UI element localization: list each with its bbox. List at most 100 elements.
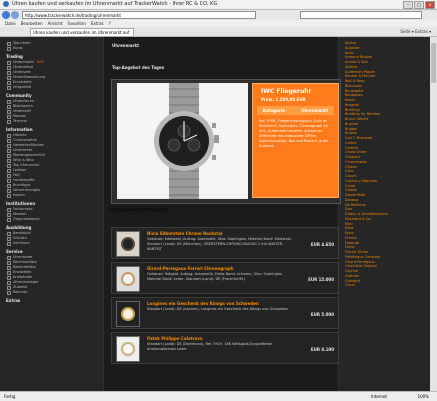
status-text: Fertig (4, 394, 16, 399)
nav-link-label: Who is Who (13, 158, 34, 162)
nav-link-label: Versicherungen (13, 188, 41, 192)
nav-section: Ausbildung Berufsbild Schulen Seminare (6, 225, 103, 246)
nav-link-label: Uhrenmarkt (13, 60, 34, 64)
ie-logo-icon (3, 1, 9, 7)
nav-link[interactable]: Kosten (6, 193, 103, 198)
favorites-bar: Uhren kaufen und verkaufen im Uhrenmarkt… (0, 27, 437, 37)
menu-bar: Datei Bearbeiten Ansicht Favoriten Extras? (0, 20, 437, 27)
scrollbar-thumb[interactable] (431, 43, 436, 83)
maximize-button[interactable]: □ (414, 1, 424, 9)
nav-link-label: Seminare (13, 241, 30, 245)
menu-item[interactable]: Favoriten (67, 20, 86, 27)
nav-section: Service Uhrmacher Reichtumliste Batteriefül… (6, 249, 103, 295)
nav-link-label: Rechner (13, 290, 28, 294)
nav-link-label: Hersteller/Marken (13, 143, 45, 147)
nav-link-label: Kunst (13, 46, 23, 50)
offer-price: EUR 5.000 (310, 312, 334, 317)
nav-section-heading: Institutionen (6, 201, 36, 206)
nav-link-label: Uhrenbeweger (13, 280, 39, 284)
nav-link[interactable]: Uhrgalerie (6, 85, 103, 90)
offers-list: Nivia Silberstein Chrono Rockstar Gehäuse… (111, 227, 339, 367)
offer-description: Standort (Land): DE (Aachen), Longines e… (147, 307, 288, 311)
nav-link[interactable]: Termine (6, 119, 103, 124)
nav-link-label: Top Uhrmacher (13, 163, 40, 167)
nav-link-label: Ersatzteile (13, 80, 32, 84)
nav-section: Community Uhrenforum Blackwatch Uhrentreff M… (6, 93, 103, 124)
window-titlebar: Uhren kaufen und verkaufen im Uhrenmarkt… (0, 0, 437, 10)
offer-thumbnail[interactable] (116, 336, 140, 362)
vertical-scrollbar[interactable] (430, 37, 437, 391)
nav-link[interactable]: Organisationen (6, 217, 103, 222)
offer-price: EUR 8.100 (310, 347, 334, 352)
nav-link-label: Uhrenforum (13, 99, 34, 103)
nav-link-label: Uhrgalerie (13, 85, 32, 89)
offer-thumbnail[interactable] (116, 231, 140, 257)
nav-section-heading: Trading (6, 54, 23, 59)
offer-row[interactable]: Patek Philippe Calatrava Standort (Land):… (111, 332, 339, 364)
search-input[interactable] (300, 11, 422, 19)
nav-link-label: Schulen (13, 236, 27, 240)
nav-link-label: Ersatzteile (13, 270, 32, 274)
nav-section: Information Historie Chronometrie Herstelle… (6, 127, 103, 198)
menu-item[interactable]: Ansicht (48, 20, 63, 27)
offer-row[interactable]: Longines ein Geschenk des Königs von Sch… (111, 297, 339, 329)
window-controls: – □ × (403, 1, 435, 9)
nav-link-label: Blackwatch (13, 104, 33, 108)
nav-link-label: Uhrmacher (13, 255, 33, 259)
menu-item[interactable]: Datei (5, 20, 16, 27)
nav-section: Institutionen Fachpresse Museen Organisatio… (6, 201, 103, 222)
featured-offer[interactable]: IWC Fliegeruhr Preis: 1.200,00 EUR Kateg… (111, 79, 341, 204)
browser-tab[interactable]: Uhren kaufen und verkaufen im Uhrenmarkt… (30, 28, 134, 37)
offer-description: Gehäuse: Rotgold, Aufzug: Automatik, Far… (147, 272, 283, 281)
offer-title[interactable]: Nivia Silberstein Chrono Rockstar (147, 231, 223, 236)
nav-link-label: Messen (13, 114, 27, 118)
minimize-button[interactable]: – (403, 1, 413, 9)
nav-link-label: Berufsbild (13, 231, 31, 235)
nav-link-label: Fachbegriffe (13, 178, 35, 182)
nav-section: Trading Uhrenmarkt NEU Uhrenbörse Uhrenvert U… (6, 54, 103, 90)
zoom-level[interactable]: 100% (418, 394, 429, 399)
nav-link-label: Kosten (13, 193, 25, 197)
offer-title[interactable]: Girard-Perregaux Ferrari Chronograph (147, 266, 234, 271)
nav-link-label: Uhrmacher (13, 148, 33, 152)
zone-text: Internet (371, 394, 387, 399)
nav-link-label: Termine (13, 119, 27, 123)
brand-link[interactable]: Gucci (339, 283, 430, 288)
nav-link[interactable]: Kunst (6, 46, 103, 51)
offer-row[interactable]: Girard-Perregaux Ferrari Chronograph Gehä… (111, 262, 339, 294)
nav-link-label: Armbänder (13, 275, 33, 279)
offer-thumbnail[interactable] (116, 266, 140, 292)
nav-link-label: Markengeschichte (13, 153, 45, 157)
featured-price: Preis: 1.200,00 EUR (261, 97, 306, 102)
featured-info-box: IWC Fliegeruhr Preis: 1.200,00 EUR Kateg… (252, 83, 339, 198)
window-title: Uhren kaufen und verkaufen im Uhrenmarkt… (12, 1, 218, 7)
back-arrow-icon[interactable] (2, 11, 10, 19)
toolbar-tools[interactable]: Seite ▾ Extras ▾ (400, 28, 431, 35)
close-button[interactable]: × (425, 1, 435, 9)
offer-title[interactable]: Longines ein Geschenk des Königs von Sch… (147, 301, 259, 306)
url-input[interactable] (22, 11, 256, 19)
left-sidebar: Top-Uhren Kunst Trading Uhrenmarkt NEU Uhrenb… (0, 37, 104, 391)
nav-link-label: FAQ (13, 173, 20, 177)
featured-watch-image[interactable] (117, 83, 248, 199)
nav-section-heading: Community (6, 93, 32, 98)
nav-section-heading: Ausbildung (6, 225, 32, 230)
offer-price: EUR 15.000 (308, 277, 334, 282)
menu-item[interactable]: Bearbeiten (21, 20, 43, 27)
offer-thumbnail[interactable] (116, 301, 140, 327)
menu-item[interactable]: Extras (91, 20, 104, 27)
forward-arrow-icon[interactable] (11, 11, 19, 19)
offer-title[interactable]: Patek Philippe Calatrava (147, 336, 203, 341)
nav-link[interactable]: Rechner (6, 290, 103, 295)
menu-item[interactable]: ? (109, 20, 111, 27)
nav-section-heading: Service (6, 249, 23, 254)
featured-value: Uhrenmarkt (300, 108, 328, 113)
nav-link-label: Museen (13, 212, 27, 216)
all-offers-link[interactable]: (Alle Angebote) (137, 207, 168, 212)
new-badge: NEU (36, 60, 45, 64)
offer-row[interactable]: Nivia Silberstein Chrono Rockstar Gehäuse… (111, 227, 339, 259)
nav-section: Top-Uhren Kunst (6, 41, 103, 51)
nav-link[interactable]: Seminare (6, 241, 103, 246)
watch-icon (154, 83, 219, 199)
featured-title[interactable]: IWC Fliegeruhr (261, 88, 338, 95)
